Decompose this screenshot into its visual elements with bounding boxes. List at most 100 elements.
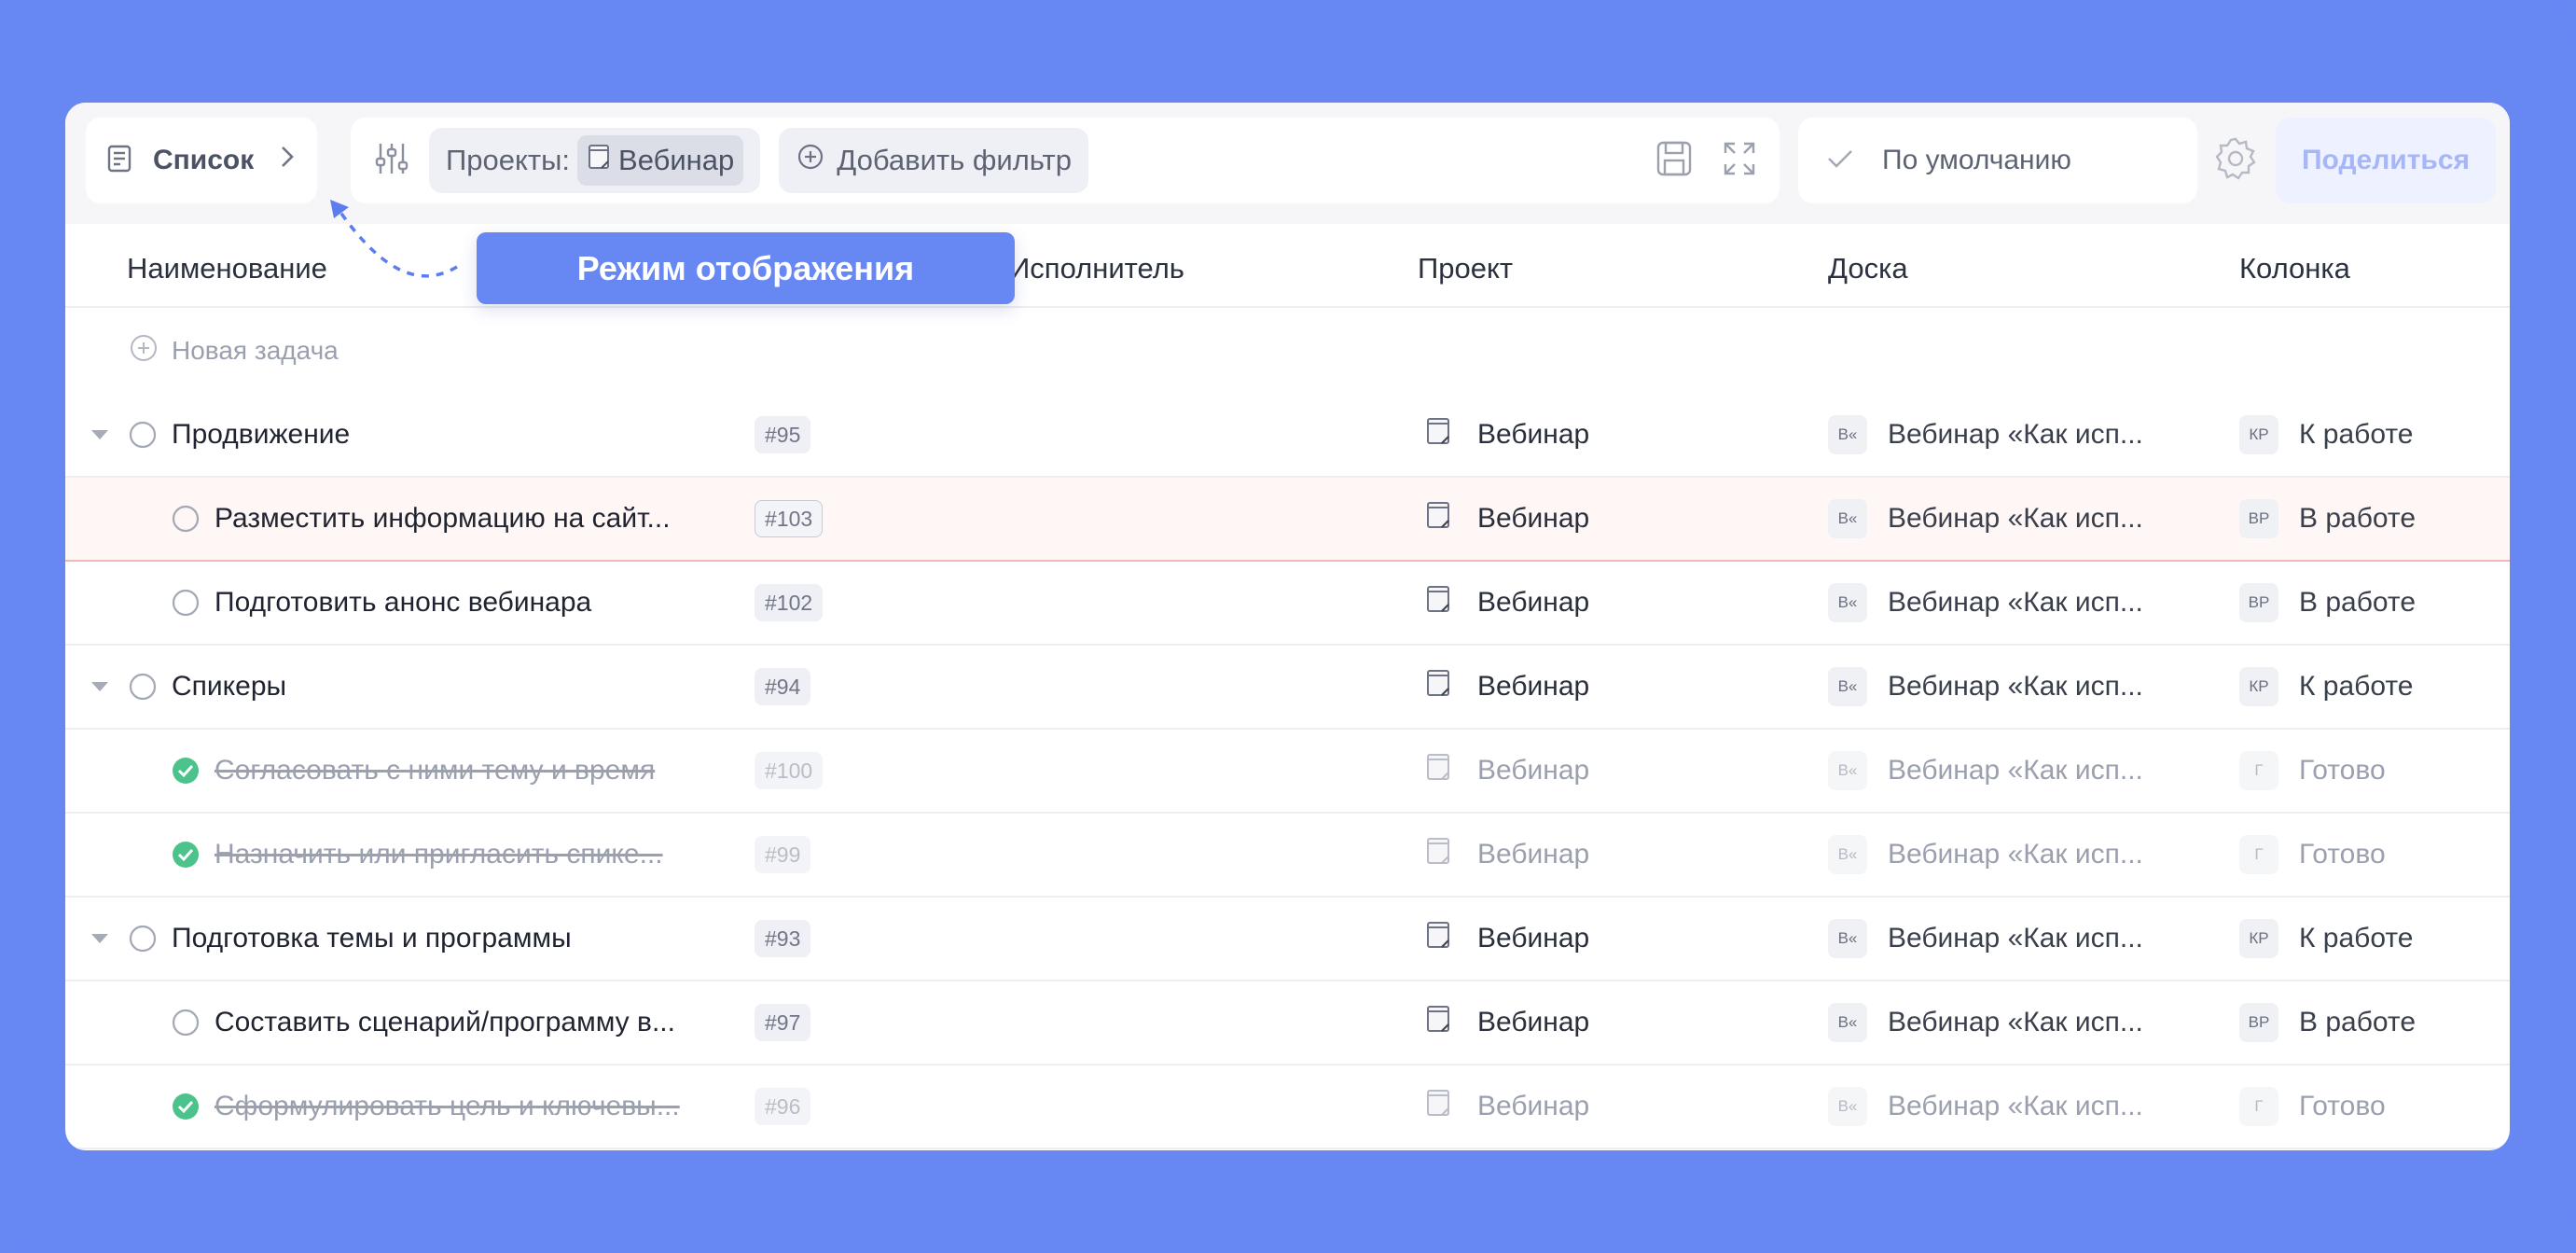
column-cell[interactable]: КР К работе	[2239, 394, 2413, 476]
project-cell[interactable]: Вебинар	[1425, 478, 1589, 560]
column-cell[interactable]: ВР В работе	[2239, 562, 2416, 644]
task-name[interactable]: Спикеры	[172, 646, 286, 728]
column-header-assignee[interactable]: Исполнитель	[1009, 252, 1184, 285]
task-name[interactable]: Подготовить анонс вебинара	[215, 562, 591, 644]
board-cell[interactable]: В« Вебинар «Как исп...	[1828, 562, 2143, 644]
project-cell[interactable]: Вебинар	[1425, 394, 1589, 476]
board-cell[interactable]: В« Вебинар «Как исп...	[1828, 814, 2143, 896]
task-id-badge: #102	[755, 584, 824, 621]
column-header-column[interactable]: Колонка	[2239, 252, 2350, 285]
column-cell[interactable]: КР К работе	[2239, 898, 2413, 980]
column-cell[interactable]: ВР В работе	[2239, 478, 2416, 560]
caret-down-icon[interactable]	[90, 646, 110, 728]
board-name: Вебинар «Как исп...	[1888, 419, 2143, 450]
task-name[interactable]: Составить сценарий/программу в...	[215, 982, 675, 1064]
add-filter-button[interactable]: Добавить фильтр	[779, 128, 1088, 193]
board-cell[interactable]: В« Вебинар «Как исп...	[1828, 394, 2143, 476]
project-cell[interactable]: Вебинар	[1425, 646, 1589, 728]
board-badge: В«	[1828, 415, 1867, 454]
column-cell[interactable]: ВР В работе	[2239, 982, 2416, 1064]
table-row[interactable]: Согласовать с ними тему и время #100 Вебин…	[65, 730, 2510, 814]
column-badge: КР	[2239, 667, 2278, 706]
sort-selector[interactable]: По умолчанию	[1798, 118, 2197, 203]
board-badge: В«	[1828, 1087, 1867, 1126]
column-header-name[interactable]: Наименование	[127, 252, 327, 285]
project-name: Вебинар	[1477, 1091, 1590, 1121]
board-cell[interactable]: В« Вебинар «Как исп...	[1828, 478, 2143, 560]
status-circle-icon[interactable]	[129, 394, 157, 476]
column-cell[interactable]: Г Готово	[2239, 1065, 2386, 1148]
done-check-icon[interactable]	[172, 1065, 200, 1148]
share-button[interactable]: Поделиться	[2276, 118, 2496, 203]
table-row[interactable]: Разместить информацию на сайт... #103 Веби…	[65, 478, 2510, 562]
board-badge: В«	[1828, 499, 1867, 538]
project-cell[interactable]: Вебинар	[1425, 562, 1589, 644]
column-name: К работе	[2299, 671, 2414, 702]
board-cell[interactable]: В« Вебинар «Как исп...	[1828, 1065, 2143, 1148]
status-circle-icon[interactable]	[129, 898, 157, 980]
board-name: Вебинар «Как исп...	[1888, 755, 2143, 786]
status-circle-icon[interactable]	[172, 478, 200, 560]
board-name: Вебинар «Как исп...	[1888, 923, 2143, 954]
task-name[interactable]: Подготовка темы и программы	[172, 898, 572, 980]
add-filter-label: Добавить фильтр	[837, 144, 1072, 176]
project-cell[interactable]: Вебинар	[1425, 898, 1589, 980]
project-name: Вебинар	[1477, 923, 1590, 954]
board-cell[interactable]: В« Вебинар «Как исп...	[1828, 646, 2143, 728]
table-row[interactable]: Составить сценарий/программу в... #97 Веби…	[65, 982, 2510, 1065]
column-header-board[interactable]: Доска	[1828, 252, 1908, 285]
status-circle-icon[interactable]	[129, 646, 157, 728]
board-cell[interactable]: В« Вебинар «Как исп...	[1828, 730, 2143, 812]
board-cell[interactable]: В« Вебинар «Как исп...	[1828, 898, 2143, 980]
status-circle-icon[interactable]	[172, 562, 200, 644]
save-icon[interactable]	[1655, 138, 1694, 184]
table-row[interactable]: Подготовка темы и программы #93 Вебинар В« В…	[65, 898, 2510, 982]
board-cell[interactable]: В« Вебинар «Как исп...	[1828, 982, 2143, 1064]
column-badge: ВР	[2239, 1003, 2278, 1042]
filter-bar: Проекты: Вебинар Добавить фильтр	[351, 118, 1780, 203]
task-name[interactable]: Продвижение	[172, 394, 350, 476]
table-row[interactable]: Спикеры #94 Вебинар В« Вебинар «Как исп... КР…	[65, 646, 2510, 730]
caret-down-icon[interactable]	[90, 898, 110, 980]
table-row[interactable]: Сформулировать цель и ключевы... #96 Вебин…	[65, 1065, 2510, 1149]
document-icon	[1425, 416, 1451, 453]
table-row[interactable]: Продвижение #95 Вебинар В« Вебинар «Как исп.…	[65, 394, 2510, 478]
task-name[interactable]: Назначить или пригласить спике...	[215, 814, 663, 896]
filter-project-value[interactable]: Вебинар	[577, 135, 744, 186]
column-name: Готово	[2299, 755, 2386, 786]
column-name: Готово	[2299, 839, 2386, 870]
board-badge: В«	[1828, 667, 1867, 706]
task-name[interactable]: Разместить информацию на сайт...	[215, 478, 671, 560]
table-row[interactable]: Подготовить анонс вебинара #102 Вебинар В« В…	[65, 562, 2510, 646]
project-cell[interactable]: Вебинар	[1425, 814, 1589, 896]
project-cell[interactable]: Вебинар	[1425, 982, 1589, 1064]
new-task-button[interactable]: Новая задача	[129, 317, 339, 384]
expand-icon[interactable]	[1720, 138, 1759, 184]
project-cell[interactable]: Вебинар	[1425, 1065, 1589, 1148]
table-row[interactable]: Назначить или пригласить спике... #99 Веби…	[65, 814, 2510, 898]
task-name[interactable]: Сформулировать цель и ключевы...	[215, 1065, 680, 1148]
column-header-project[interactable]: Проект	[1418, 252, 1513, 285]
column-badge: ВР	[2239, 583, 2278, 622]
column-cell[interactable]: Г Готово	[2239, 814, 2386, 896]
list-icon	[104, 143, 136, 179]
view-mode-button[interactable]: Список	[86, 118, 317, 203]
project-name: Вебинар	[1477, 671, 1590, 702]
sliders-icon[interactable]	[373, 140, 410, 182]
document-icon	[1425, 584, 1451, 621]
status-circle-icon[interactable]	[172, 982, 200, 1064]
project-cell[interactable]: Вебинар	[1425, 730, 1589, 812]
document-icon	[587, 144, 611, 177]
column-badge: Г	[2239, 1087, 2278, 1126]
caret-down-icon[interactable]	[90, 394, 110, 476]
task-name[interactable]: Согласовать с ними тему и время	[215, 730, 655, 812]
done-check-icon[interactable]	[172, 730, 200, 812]
column-cell[interactable]: Г Готово	[2239, 730, 2386, 812]
column-cell[interactable]: КР К работе	[2239, 646, 2413, 728]
project-name: Вебинар	[1477, 1007, 1590, 1037]
board-badge: В«	[1828, 919, 1867, 958]
project-name: Вебинар	[1477, 755, 1590, 786]
project-filter-chip[interactable]: Проекты: Вебинар	[429, 128, 761, 193]
task-table-body: Продвижение #95 Вебинар В« Вебинар «Как исп.…	[65, 394, 2510, 1149]
done-check-icon[interactable]	[172, 814, 200, 896]
